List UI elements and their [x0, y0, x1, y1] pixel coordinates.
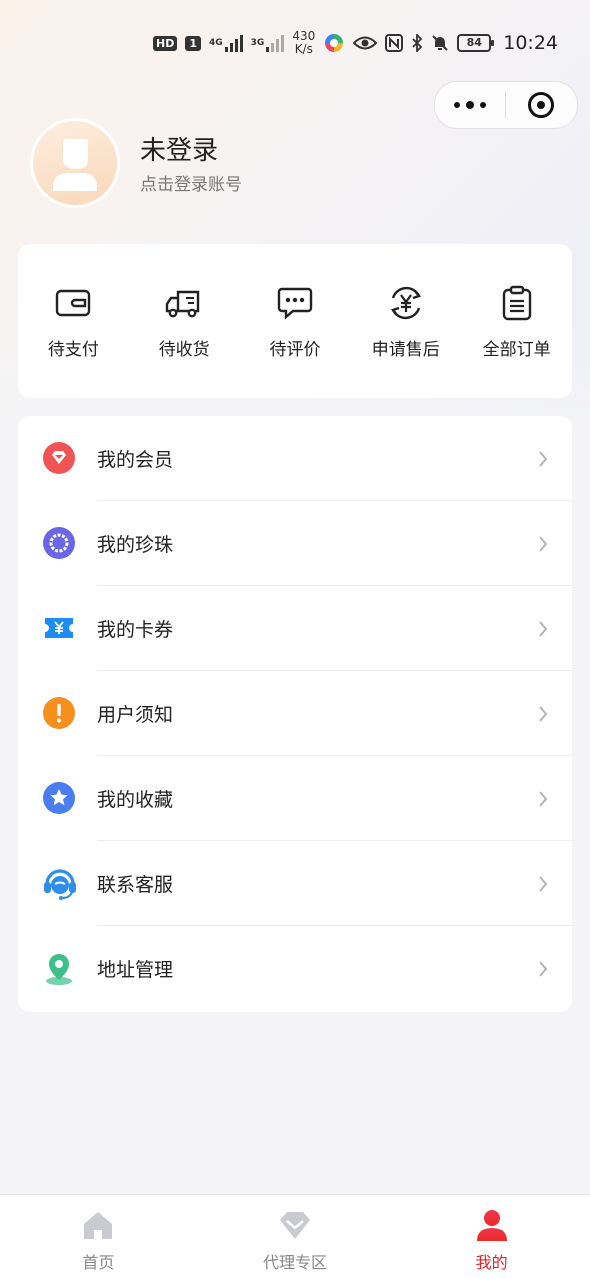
battery-indicator: 84 — [457, 34, 495, 52]
tab-label: 代理专区 — [263, 1253, 328, 1272]
avatar[interactable] — [30, 118, 120, 208]
order-label: 待支付 — [47, 339, 99, 360]
diamond-icon — [280, 1212, 310, 1239]
menu-label: 用户须知 — [97, 704, 174, 726]
menu-item-address[interactable]: 地址管理 — [18, 926, 572, 1011]
mute-bell-icon — [431, 34, 449, 52]
more-dots-icon[interactable] — [435, 82, 505, 128]
login-status-title[interactable]: 未登录 — [140, 130, 218, 167]
speed-unit: K/s — [294, 42, 313, 56]
miniprogram-capsule — [434, 81, 578, 129]
tab-label: 首页 — [82, 1253, 115, 1272]
user-icon — [476, 1210, 507, 1241]
chevron-right-icon — [536, 448, 550, 470]
chevron-right-icon — [536, 703, 550, 725]
menu-card: 我的会员 我的珍珠 我的卡券 用户须知 我的收藏 联系客服 地址管理 — [18, 416, 572, 1012]
location-pin-icon — [43, 952, 75, 985]
wallet-icon — [53, 283, 93, 323]
menu-item-user-notice[interactable]: 用户须知 — [18, 671, 572, 756]
login-prompt[interactable]: 点击登录账号 — [140, 170, 242, 195]
eye-icon — [353, 35, 378, 51]
hd-badge: HD — [153, 35, 178, 51]
truck-icon — [164, 283, 204, 323]
network-speed: 430 K/s — [292, 30, 315, 56]
target-close-icon[interactable] — [506, 82, 576, 128]
order-after-sales[interactable]: 申请售后 — [356, 283, 456, 360]
star-icon — [43, 782, 75, 814]
menu-item-coupons[interactable]: 我的卡券 — [18, 586, 572, 671]
order-label: 待评价 — [269, 339, 321, 360]
chevron-right-icon — [536, 958, 550, 980]
menu-label: 联系客服 — [97, 874, 174, 896]
diamond-heart-icon — [43, 442, 75, 474]
app-notification-icon — [323, 32, 345, 54]
network-type-4g: 4G — [209, 38, 223, 48]
order-all[interactable]: 全部订单 — [467, 283, 567, 360]
order-pending-review[interactable]: 待评价 — [245, 283, 345, 360]
chat-bubble-icon — [275, 283, 315, 323]
coupon-icon — [43, 612, 75, 644]
tab-agent-zone[interactable]: 代理专区 — [197, 1195, 394, 1279]
chevron-right-icon — [536, 788, 550, 810]
tab-home[interactable]: 首页 — [0, 1195, 197, 1279]
menu-item-customer-service[interactable]: 联系客服 — [18, 841, 572, 926]
tab-label: 我的 — [475, 1253, 508, 1272]
orders-card: 待支付 待收货 待评价 申请售后 全部订单 — [18, 244, 572, 398]
order-label: 全部订单 — [482, 339, 551, 360]
signal-3g-icon: 3G — [251, 34, 285, 52]
menu-item-favorites[interactable]: 我的收藏 — [18, 756, 572, 841]
headset-icon — [43, 867, 76, 900]
status-bar: HD 1 4G 3G 430 K/s 84 10:24 — [0, 0, 590, 88]
order-label: 待收货 — [158, 339, 210, 360]
chevron-right-icon — [536, 873, 550, 895]
signal-4g-icon: 4G — [209, 34, 243, 52]
order-pending-receipt[interactable]: 待收货 — [134, 283, 234, 360]
bottom-tab-bar: 首页 代理专区 我的 — [0, 1194, 590, 1279]
yuan-refund-icon — [386, 283, 426, 323]
network-type-3g: 3G — [250, 38, 265, 48]
speed-value: 430 — [292, 29, 316, 43]
exclamation-icon — [43, 697, 75, 729]
menu-label: 我的会员 — [97, 449, 174, 471]
bluetooth-icon — [411, 34, 423, 52]
home-icon — [84, 1212, 113, 1239]
clock-time: 10:24 — [503, 32, 558, 54]
sim-badge: 1 — [185, 35, 202, 51]
menu-label: 地址管理 — [97, 959, 174, 981]
menu-item-pearls[interactable]: 我的珍珠 — [18, 501, 572, 586]
tab-mine[interactable]: 我的 — [393, 1195, 590, 1279]
pearl-icon — [43, 527, 75, 559]
menu-label: 我的收藏 — [97, 789, 174, 811]
chevron-right-icon — [536, 533, 550, 555]
nfc-icon — [385, 34, 404, 52]
order-pending-payment[interactable]: 待支付 — [23, 283, 123, 360]
user-silhouette-icon — [53, 139, 97, 191]
order-label: 申请售后 — [371, 339, 440, 360]
menu-item-membership[interactable]: 我的会员 — [18, 416, 572, 501]
menu-label: 我的珍珠 — [97, 534, 174, 556]
menu-label: 我的卡券 — [97, 619, 174, 641]
chevron-right-icon — [536, 618, 550, 640]
clipboard-icon — [497, 283, 537, 323]
